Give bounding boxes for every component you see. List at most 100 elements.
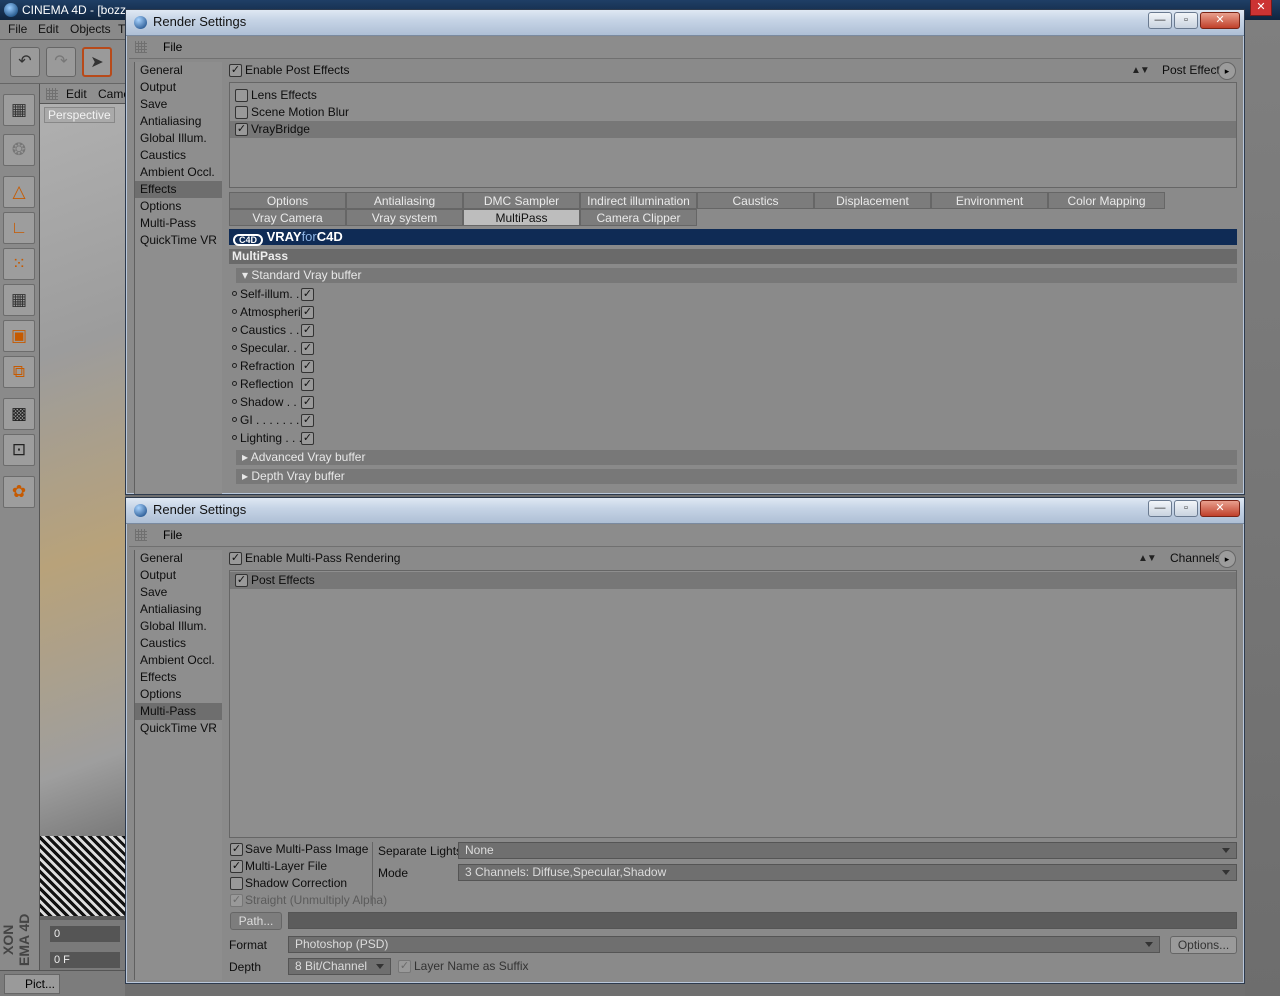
post-effects-checkbox[interactable]: ✓	[235, 574, 248, 587]
timeline-field[interactable]: 0 F	[50, 952, 120, 968]
straight-alpha-checkbox[interactable]: ✓	[230, 894, 243, 907]
gi-checkbox[interactable]: ✓	[301, 414, 314, 427]
caustics-checkbox[interactable]: ✓	[301, 324, 314, 337]
edges-icon[interactable]: ▦	[3, 284, 35, 316]
viewport[interactable]	[40, 104, 125, 920]
options-button[interactable]: Options...	[1170, 936, 1237, 954]
nav-antialiasing[interactable]: Antialiasing	[135, 601, 222, 618]
nav-global-illum[interactable]: Global Illum.	[135, 618, 222, 635]
taskbar-picture-viewer[interactable]: Pict...	[4, 974, 60, 994]
nav-options[interactable]: Options	[135, 198, 222, 215]
nav-global-illum[interactable]: Global Illum.	[135, 130, 222, 147]
standard-vray-buffer-group[interactable]: ▾ Standard Vray buffer	[236, 268, 1237, 283]
window-titlebar[interactable]: Render Settings — ▫ ✕	[126, 10, 1244, 36]
timeline-frame[interactable]: 0	[50, 926, 120, 942]
up-down-arrows-icon[interactable]: ▲▼	[1138, 553, 1162, 567]
buffer-row-reflection[interactable]: Reflection ✓	[232, 376, 332, 394]
menu-edit[interactable]: Edit	[38, 22, 59, 36]
reflection-checkbox[interactable]: ✓	[301, 378, 314, 391]
tab-multipass[interactable]: MultiPass	[463, 209, 580, 226]
buffer-row-shadow[interactable]: Shadow . . . . ✓	[232, 394, 332, 412]
close-button[interactable]: ✕	[1200, 500, 1240, 517]
nav-save[interactable]: Save	[135, 96, 222, 113]
nav-multi-pass[interactable]: Multi-Pass	[135, 703, 222, 720]
polygons-icon[interactable]: ▣	[3, 320, 35, 352]
nav-general[interactable]: General	[135, 550, 222, 567]
tab-displacement[interactable]: Displacement	[814, 192, 931, 209]
axis-icon[interactable]: ∟	[3, 212, 35, 244]
nav-multi-pass[interactable]: Multi-Pass	[135, 215, 222, 232]
nav-caustics[interactable]: Caustics	[135, 635, 222, 652]
window-titlebar[interactable]: Render Settings — ▫ ✕	[126, 498, 1244, 524]
shadow-correction-checkbox[interactable]	[230, 877, 243, 890]
separate-lights-dropdown[interactable]: None	[458, 842, 1237, 859]
minimize-button[interactable]: —	[1148, 12, 1172, 29]
object-axis-icon[interactable]: △	[3, 176, 35, 208]
atmospheric-checkbox[interactable]: ✓	[301, 306, 314, 319]
nav-quicktime-vr[interactable]: QuickTime VR	[135, 232, 222, 249]
select-arrow-icon[interactable]: ➤	[82, 47, 112, 77]
close-button[interactable]: ✕	[1200, 12, 1240, 29]
path-field[interactable]	[288, 912, 1237, 929]
maximize-button[interactable]: ▫	[1174, 12, 1198, 29]
nav-options[interactable]: Options	[135, 686, 222, 703]
buffer-row-atmospheric[interactable]: Atmospheric ✓	[232, 304, 332, 322]
checker-icon[interactable]: ▩	[3, 398, 35, 430]
effect-row-vraybridge[interactable]: ✓ VrayBridge	[230, 121, 1236, 138]
nav-ambient-occl[interactable]: Ambient Occl.	[135, 652, 222, 669]
tab-indirect-illumination[interactable]: Indirect illumination (GI)	[580, 192, 697, 224]
nav-save[interactable]: Save	[135, 584, 222, 601]
viewport-menu-edit[interactable]: Edit	[66, 87, 87, 101]
nav-ambient-occl[interactable]: Ambient Occl.	[135, 164, 222, 181]
channel-row-post-effects[interactable]: ✓ Post Effects	[230, 572, 1236, 589]
path-button[interactable]: Path...	[230, 912, 282, 930]
lens-effects-checkbox[interactable]	[235, 89, 248, 102]
maximize-button[interactable]: ▫	[1174, 500, 1198, 517]
redo-icon[interactable]: ↷	[46, 47, 76, 77]
effect-row-lens-effects[interactable]: Lens Effects	[230, 87, 1236, 104]
nav-effects[interactable]: Effects	[135, 181, 222, 198]
save-multipass-image-checkbox[interactable]: ✓	[230, 843, 243, 856]
mode-dropdown[interactable]: 3 Channels: Diffuse,Specular,Shadow	[458, 864, 1237, 881]
nav-output[interactable]: Output	[135, 567, 222, 584]
timeline[interactable]: 0 0 F	[40, 920, 125, 976]
advanced-vray-buffer-group[interactable]: ▸ Advanced Vray buffer	[236, 450, 1237, 465]
multi-layer-file-checkbox[interactable]: ✓	[230, 860, 243, 873]
vraybridge-checkbox[interactable]: ✓	[235, 123, 248, 136]
buffer-row-gi[interactable]: GI . . . . . . . . ✓	[232, 412, 332, 430]
menu-objects[interactable]: Objects	[70, 22, 111, 36]
buffer-row-lighting[interactable]: Lighting . . . . ✓	[232, 430, 332, 448]
undo-icon[interactable]: ↶	[10, 47, 40, 77]
lighting-checkbox[interactable]: ✓	[301, 432, 314, 445]
points-icon[interactable]: ⁙	[3, 248, 35, 280]
texture-icon[interactable]: ⧉	[3, 356, 35, 388]
menu-file[interactable]: File	[8, 22, 27, 36]
nav-antialiasing[interactable]: Antialiasing	[135, 113, 222, 130]
file-menu[interactable]: File	[163, 40, 182, 54]
render-icon[interactable]: ✿	[3, 476, 35, 508]
nav-caustics[interactable]: Caustics	[135, 147, 222, 164]
enable-multipass-checkbox[interactable]: ✓	[229, 552, 242, 565]
depth-dropdown[interactable]: 8 Bit/Channel	[288, 958, 391, 975]
nav-quicktime-vr[interactable]: QuickTime VR	[135, 720, 222, 737]
tab-caustics[interactable]: Caustics	[697, 192, 814, 209]
effect-row-scene-motion-blur[interactable]: Scene Motion Blur	[230, 104, 1236, 121]
specular-checkbox[interactable]: ✓	[301, 342, 314, 355]
tab-camera-clipper[interactable]: Camera Clipper	[580, 209, 697, 226]
tab-vray-system[interactable]: Vray system	[346, 209, 463, 226]
file-menu[interactable]: File	[163, 528, 182, 542]
tab-environment[interactable]: Environment	[931, 192, 1048, 209]
layer-name-suffix-checkbox[interactable]: ✓	[398, 960, 411, 973]
tab-vray-camera[interactable]: Vray Camera	[229, 209, 346, 226]
tab-dmc-sampler[interactable]: DMC Sampler	[463, 192, 580, 209]
nav-output[interactable]: Output	[135, 79, 222, 96]
enable-post-effects-checkbox[interactable]: ✓	[229, 64, 242, 77]
shadow-checkbox[interactable]: ✓	[301, 396, 314, 409]
nav-effects[interactable]: Effects	[135, 669, 222, 686]
format-dropdown[interactable]: Photoshop (PSD)	[288, 936, 1160, 953]
buffer-row-caustics[interactable]: Caustics . . . . ✓	[232, 322, 332, 340]
buffer-row-refraction[interactable]: Refraction ✓	[232, 358, 332, 376]
post-effect-menu-button[interactable]: ▸	[1218, 62, 1236, 80]
layout-icon[interactable]: ▦	[3, 94, 35, 126]
tab-antialiasing[interactable]: Antialiasing	[346, 192, 463, 209]
